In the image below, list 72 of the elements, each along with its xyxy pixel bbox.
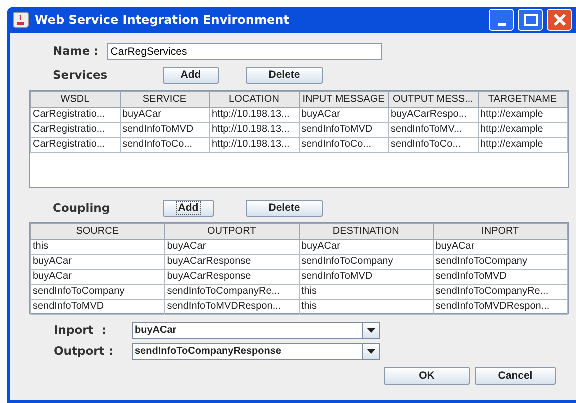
column-header[interactable]: TARGETNAME [478, 91, 568, 107]
column-header[interactable]: INPORT [433, 223, 568, 240]
table-cell: http://example [478, 137, 568, 152]
table-cell: sendInfoToMV... [388, 122, 478, 137]
coupling-label: Coupling [53, 200, 112, 216]
cancel-button[interactable]: Cancel [475, 367, 556, 386]
table-cell: buyACar [164, 239, 299, 254]
port-dropdown[interactable]: buyACar [132, 322, 380, 339]
close-button[interactable] [547, 9, 572, 31]
dropdown-arrow-icon [366, 328, 376, 333]
minimize-icon [498, 22, 506, 26]
port-dropdown[interactable]: sendInfoToCompanyResponse [132, 343, 380, 360]
table-cell: sendInfoToCompany [30, 284, 165, 300]
table-cell: sendInfoToCompany [299, 254, 434, 270]
table-cell: sendInfoToCompanyRe... [164, 284, 299, 300]
table-cell: sendInfoToMVD [120, 122, 210, 137]
minimize-button[interactable] [489, 9, 514, 31]
table-cell: this [299, 284, 434, 300]
column-header[interactable]: INPUT MESSAGE [299, 91, 388, 107]
column-header[interactable]: LOCATION [210, 91, 299, 107]
column-header[interactable]: SOURCE [30, 223, 165, 240]
table-cell: sendInfoToCo... [388, 137, 478, 152]
table-cell: http://example [478, 107, 568, 122]
delete-button[interactable]: Delete [246, 200, 323, 217]
table-cell: CarRegistratio... [30, 107, 120, 122]
close-icon [552, 13, 566, 27]
table-cell: http://10.198.13... [210, 122, 299, 137]
maximize-button[interactable] [518, 9, 543, 31]
column-header[interactable]: WSDL [30, 91, 120, 107]
add-button[interactable]: Add [163, 67, 219, 84]
table-cell: sendInfoToCompany [433, 254, 568, 270]
table-cell: sendInfoToCompanyRe... [433, 284, 568, 300]
add-button[interactable]: Add [163, 200, 214, 217]
table-cell: sendInfoToCo... [299, 137, 388, 152]
table-cell: sendInfoToMVDRespon... [164, 299, 299, 314]
table-cell: buyACar [30, 269, 165, 284]
column-header[interactable]: OUTPORT [164, 223, 299, 240]
table-cell: this [299, 299, 434, 314]
table-cell: buyACar [299, 107, 388, 122]
table-cell: CarRegistratio... [30, 137, 120, 152]
column-header[interactable]: DESTINATION [299, 223, 434, 240]
table-cell: sendInfoToMVD [299, 269, 434, 284]
port-label: Outport : [54, 343, 114, 360]
services-label: Services [53, 67, 109, 84]
delete-button[interactable]: Delete [246, 67, 323, 84]
dropdown-arrow-icon [366, 349, 376, 354]
table-cell: sendInfoToMVD [299, 122, 388, 137]
ok-button[interactable]: OK [384, 367, 470, 386]
name-field[interactable]: CarRegServices [106, 43, 382, 60]
table-cell: buyACar [120, 107, 210, 122]
window-title: Web Service Integration Environment [35, 12, 290, 29]
port-label: Inport : [54, 322, 108, 339]
table-cell: sendInfoToMVD [30, 299, 165, 314]
table-cell: buyACarRespo... [388, 107, 478, 122]
table-cell: sendInfoToCo... [120, 137, 210, 152]
table-cell: buyACar [30, 254, 165, 270]
table-cell: sendInfoToMVDRespon... [433, 299, 568, 314]
table-cell: this [30, 239, 165, 254]
table-cell: http://example [478, 122, 568, 137]
table-cell: buyACar [433, 239, 568, 254]
maximize-icon [524, 14, 538, 26]
table-cell: buyACar [299, 239, 434, 254]
column-header[interactable]: SERVICE [120, 91, 210, 107]
table-cell: sendInfoToMVD [433, 269, 568, 284]
table-cell: http://10.198.13... [210, 137, 299, 152]
table-cell: http://10.198.13... [210, 107, 299, 122]
column-header[interactable]: OUTPUT MESS... [388, 91, 478, 107]
table-cell: buyACarResponse [164, 254, 299, 270]
table-cell: buyACarResponse [164, 269, 299, 284]
app-icon [13, 12, 29, 28]
table-cell: CarRegistratio... [30, 122, 120, 137]
name-label: Name : [53, 43, 99, 60]
